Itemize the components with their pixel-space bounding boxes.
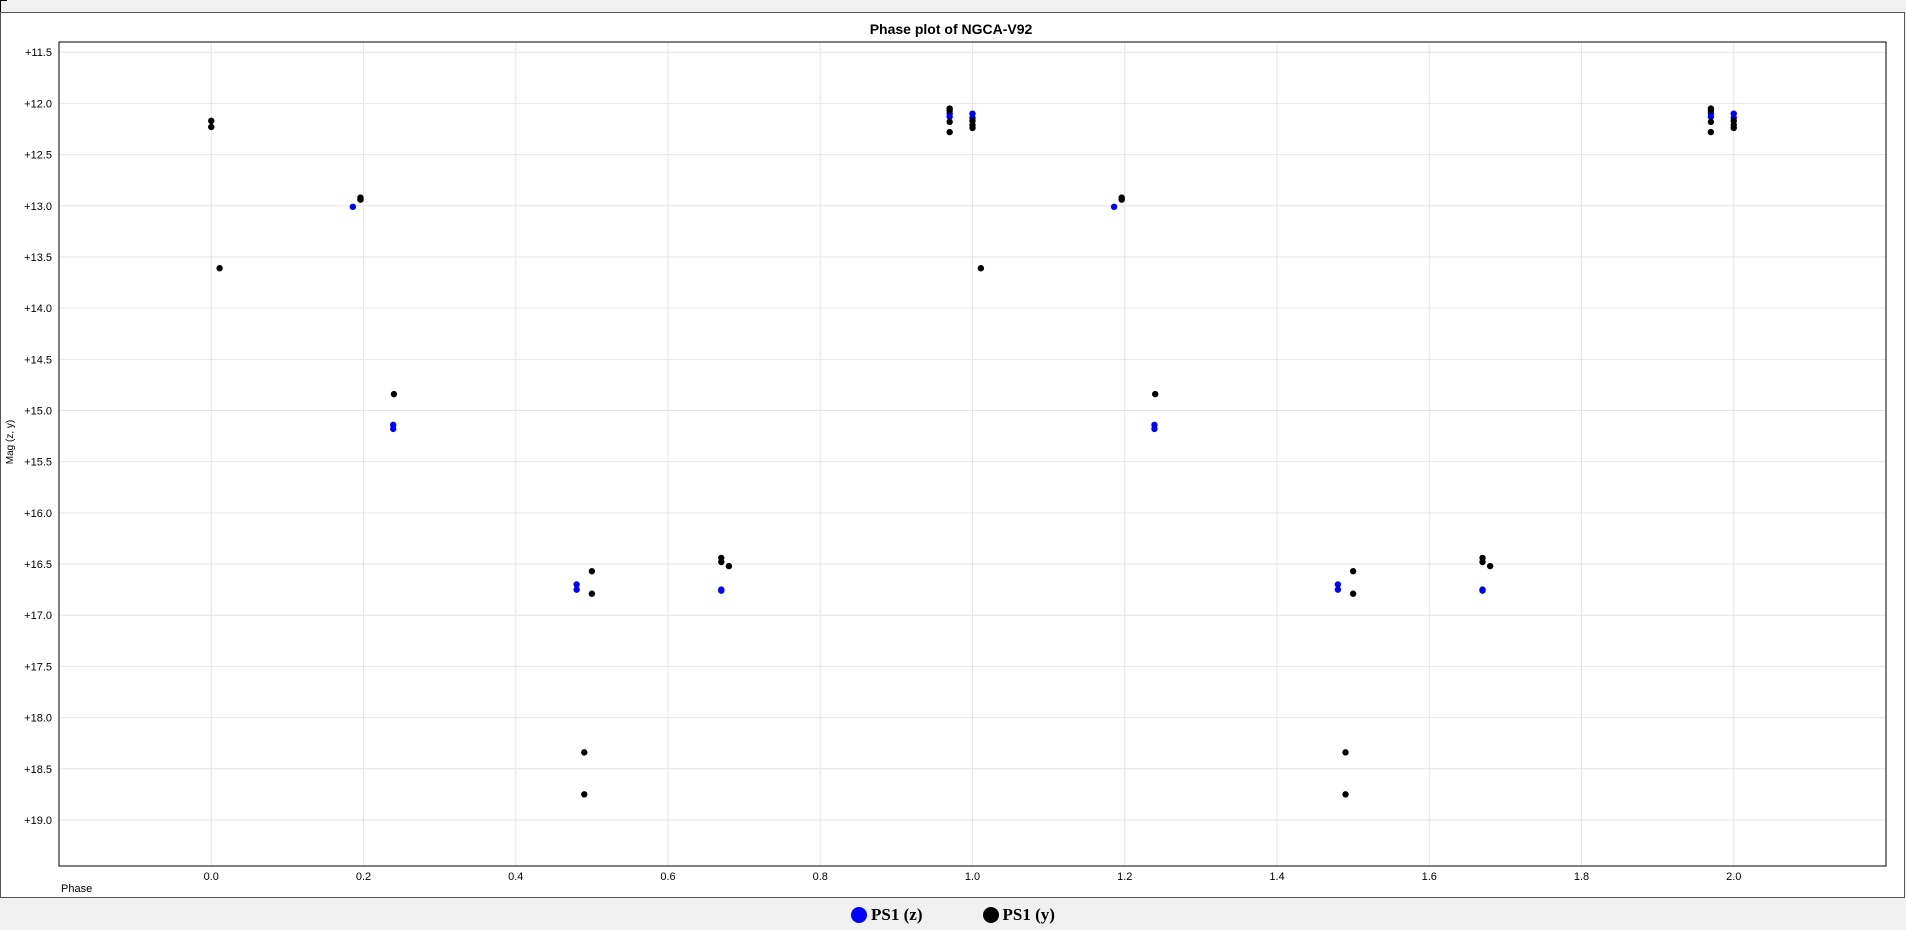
data-point — [946, 118, 953, 126]
x-tick-label: 2.0 — [1726, 871, 1741, 883]
x-tick-label: 0.4 — [508, 871, 523, 883]
data-point — [1342, 749, 1349, 756]
y-tick-label: +16.0 — [24, 508, 52, 520]
y-tick-label: +14.0 — [24, 303, 52, 315]
data-point — [946, 128, 953, 136]
data-point — [1349, 590, 1357, 597]
data-point — [1151, 425, 1158, 433]
legend: PS1 (z) PS1 (y) — [0, 903, 1906, 927]
x-tick-label: 0.2 — [356, 871, 371, 883]
x-tick-label: 1.2 — [1117, 871, 1132, 883]
data-point — [1707, 118, 1715, 126]
data-point — [977, 265, 985, 272]
x-tick-label: 0.0 — [204, 871, 219, 883]
data-point — [581, 749, 588, 756]
data-point — [1334, 586, 1342, 593]
y-tick-label: +13.0 — [24, 201, 52, 213]
y-axis-label: Mag (z, y) — [5, 420, 16, 464]
data-point — [718, 587, 725, 594]
data-point — [1707, 107, 1715, 114]
data-point — [357, 196, 364, 203]
data-point — [1479, 558, 1486, 566]
y-tick-label: +13.5 — [24, 252, 52, 264]
y-tick-label: +11.5 — [25, 47, 52, 59]
y-tick-label: +18.0 — [24, 713, 52, 725]
data-point — [946, 107, 953, 114]
data-point — [390, 390, 398, 398]
data-point — [208, 117, 215, 125]
series-ps1-z — [349, 110, 1737, 594]
legend-label-y: PS1 (y) — [1002, 905, 1055, 924]
phase-plot-chart: Phase plot of NGCA-V92 +11.5+12.0+12.5+1… — [5, 21, 1887, 895]
x-tick-label: 0.8 — [813, 871, 828, 883]
data-point — [573, 586, 580, 593]
data-point — [1486, 562, 1494, 570]
data-point — [1349, 568, 1357, 575]
y-tick-label: +14.5 — [24, 354, 52, 366]
x-tick-label: 1.8 — [1574, 871, 1589, 883]
y-tick-label: +17.0 — [24, 610, 52, 622]
y-tick-label: +15.5 — [24, 457, 52, 469]
data-point — [208, 123, 215, 131]
legend-item-z: PS1 (z) — [851, 905, 923, 925]
legend-marker-y — [982, 907, 999, 923]
y-tick-label: +16.5 — [24, 559, 52, 571]
chart-title: Phase plot of NGCA-V92 — [870, 21, 1033, 37]
y-tick-label: +12.5 — [24, 150, 52, 162]
y-tick-label: +15.0 — [24, 405, 52, 417]
data-point — [1479, 587, 1486, 594]
data-point — [1110, 203, 1118, 210]
y-axis-ticks: +11.5 +12.0 +12.5 +13.0 +13.5 +14.0 +14.5 +15.0… — [24, 47, 52, 827]
data-point — [1342, 791, 1349, 798]
data-point — [389, 425, 397, 433]
data-point — [969, 124, 976, 132]
data-point — [588, 590, 596, 597]
x-tick-label: 1.6 — [1422, 871, 1437, 883]
x-axis-ticks: 0.0 0.2 0.4 0.6 0.8 1.0 1.2 1.4 1.6 1.8 2.0 — [204, 871, 1742, 883]
data-point — [1707, 128, 1715, 136]
y-tick-label: +18.5 — [24, 764, 52, 776]
data-point — [1118, 196, 1125, 203]
legend-label-z: PS1 (z) — [871, 905, 923, 924]
legend-item-y: PS1 (y) — [982, 905, 1055, 925]
data-point — [349, 203, 357, 210]
data-point — [1152, 390, 1159, 398]
data-point — [581, 791, 588, 798]
y-tick-label: +12.0 — [24, 98, 52, 110]
y-tick-label: +17.5 — [24, 661, 52, 673]
x-tick-label: 1.0 — [965, 871, 980, 883]
grid — [59, 42, 1886, 866]
legend-marker-z — [851, 907, 868, 923]
data-point — [1730, 124, 1737, 132]
data-point — [718, 558, 725, 566]
y-tick-label: +19.0 — [24, 815, 52, 827]
x-tick-label: 0.6 — [660, 871, 675, 883]
x-axis-label: Phase — [61, 883, 92, 895]
x-tick-label: 1.4 — [1269, 871, 1284, 883]
data-point — [216, 265, 223, 272]
data-point — [588, 568, 596, 575]
data-point — [725, 562, 733, 570]
